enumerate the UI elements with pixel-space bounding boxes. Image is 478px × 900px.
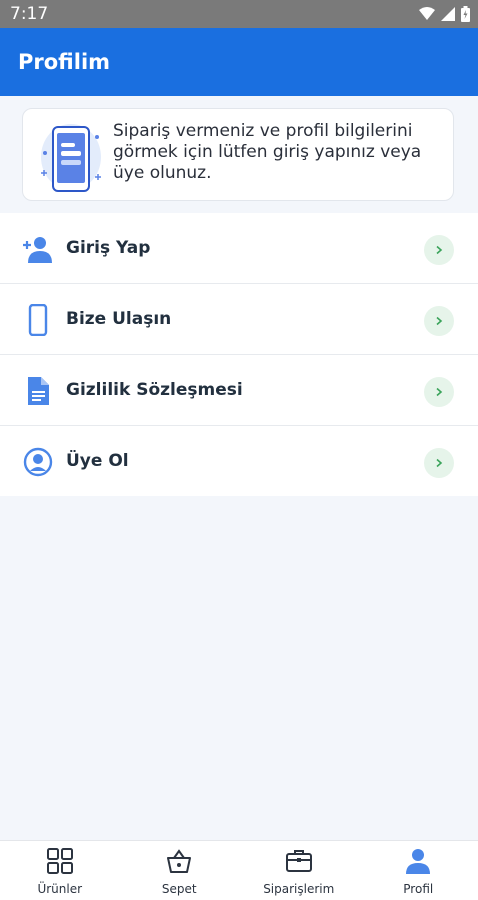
- basket-icon: [167, 849, 192, 873]
- chevron-right-icon: [424, 306, 454, 336]
- phone-illustration-icon: [41, 124, 101, 192]
- bottom-navigation: Ürünler Sepet Siparişlerim Profil: [0, 840, 478, 900]
- add-user-icon: [23, 237, 52, 263]
- status-bar: 7:17: [0, 0, 478, 28]
- signal-icon: [441, 7, 455, 21]
- profile-menu: Giriş Yap Bize Ulaşın Gizlilik Sözleşmes…: [0, 213, 478, 496]
- phone-icon: [28, 304, 48, 336]
- nav-item-orders[interactable]: Siparişlerim: [239, 841, 359, 900]
- status-icons: [419, 5, 470, 23]
- chevron-right-icon: [424, 448, 454, 478]
- menu-item-label: Bize Ulaşın: [66, 309, 172, 329]
- menu-item-register[interactable]: Üye Ol: [0, 426, 478, 496]
- grid-icon: [46, 848, 73, 874]
- menu-item-privacy-policy[interactable]: Gizlilik Sözleşmesi: [0, 355, 478, 426]
- person-icon: [406, 849, 431, 874]
- menu-item-label: Giriş Yap: [66, 238, 151, 258]
- nav-label: Siparişlerim: [263, 882, 335, 896]
- nav-label: Profil: [403, 882, 434, 896]
- battery-icon: [461, 6, 470, 22]
- app-bar: Profilim: [0, 28, 478, 96]
- orders-box-icon: [285, 850, 312, 872]
- account-circle-icon: [23, 447, 53, 477]
- login-info-card: Sipariş vermeniz ve profil bilgilerini g…: [22, 108, 454, 201]
- menu-item-label: Üye Ol: [66, 451, 129, 471]
- menu-item-label: Gizlilik Sözleşmesi: [66, 380, 243, 400]
- menu-item-contact[interactable]: Bize Ulaşın: [0, 284, 478, 355]
- chevron-right-icon: [424, 235, 454, 265]
- nav-item-profile[interactable]: Profil: [359, 841, 478, 900]
- nav-item-products[interactable]: Ürünler: [0, 841, 120, 900]
- nav-label: Sepet: [161, 882, 197, 896]
- wifi-icon: [419, 7, 435, 20]
- status-time: 7:17: [10, 4, 49, 24]
- chevron-right-icon: [424, 377, 454, 407]
- menu-item-login[interactable]: Giriş Yap: [0, 213, 478, 284]
- login-info-text: Sipariş vermeniz ve profil bilgilerini g…: [113, 121, 422, 183]
- document-icon: [28, 377, 49, 405]
- page-title: Profilim: [18, 50, 111, 74]
- nav-label: Ürünler: [37, 882, 83, 896]
- nav-item-basket[interactable]: Sepet: [120, 841, 240, 900]
